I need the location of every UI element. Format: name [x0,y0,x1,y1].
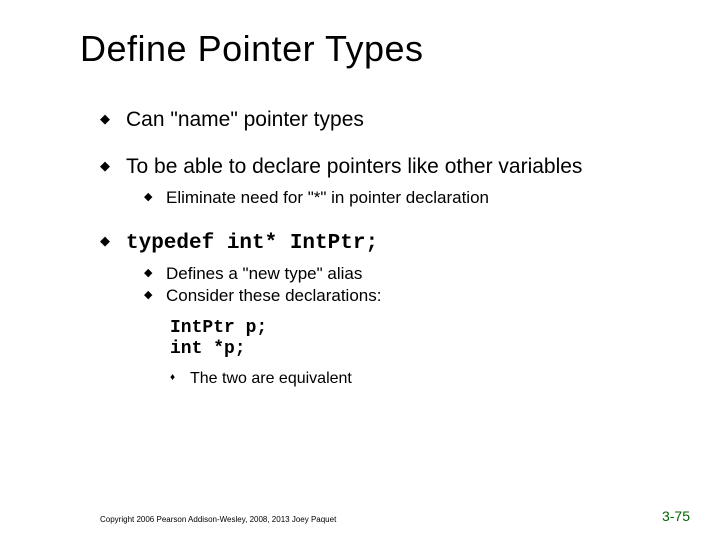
bullet-item: Can "name" pointer types [100,108,660,133]
slide-body: Can "name" pointer types To be able to d… [100,108,660,411]
bullet-text: Can "name" pointer types [126,108,364,131]
code-line: typedef int* IntPtr; [126,232,378,255]
bullet-text: To be able to declare pointers like othe… [126,155,582,178]
bullet-list-level2: Eliminate need for "*" in pointer declar… [144,188,660,208]
code-line: IntPtr p; [170,318,267,338]
bullet-list-level1: Can "name" pointer types To be able to d… [100,108,660,389]
bullet-list-level2: Defines a "new type" alias Consider thes… [144,264,660,306]
bullet-item: Defines a "new type" alias [144,264,660,284]
bullet-item: typedef int* IntPtr; Defines a "new type… [100,230,660,389]
footer-copyright: Copyright 2006 Pearson Addison-Wesley, 2… [100,515,336,524]
bullet-item: To be able to declare pointers like othe… [100,155,660,208]
code-block: IntPtr p; int *p; [170,318,660,359]
bullet-text: The two are equivalent [190,370,352,387]
bullet-text: Defines a "new type" alias [166,264,362,283]
slide-title: Define Pointer Types [80,28,424,70]
bullet-text: Eliminate need for "*" in pointer declar… [166,188,489,207]
footer-page-number: 3-75 [662,508,690,524]
bullet-item: The two are equivalent [170,370,660,389]
code-line: int *p; [170,339,246,359]
bullet-text: Consider these declarations: [166,286,381,305]
slide: Define Pointer Types Can "name" pointer … [0,0,720,540]
bullet-item: Eliminate need for "*" in pointer declar… [144,188,660,208]
bullet-list-level3: The two are equivalent [170,370,660,389]
bullet-item: Consider these declarations: [144,286,660,306]
